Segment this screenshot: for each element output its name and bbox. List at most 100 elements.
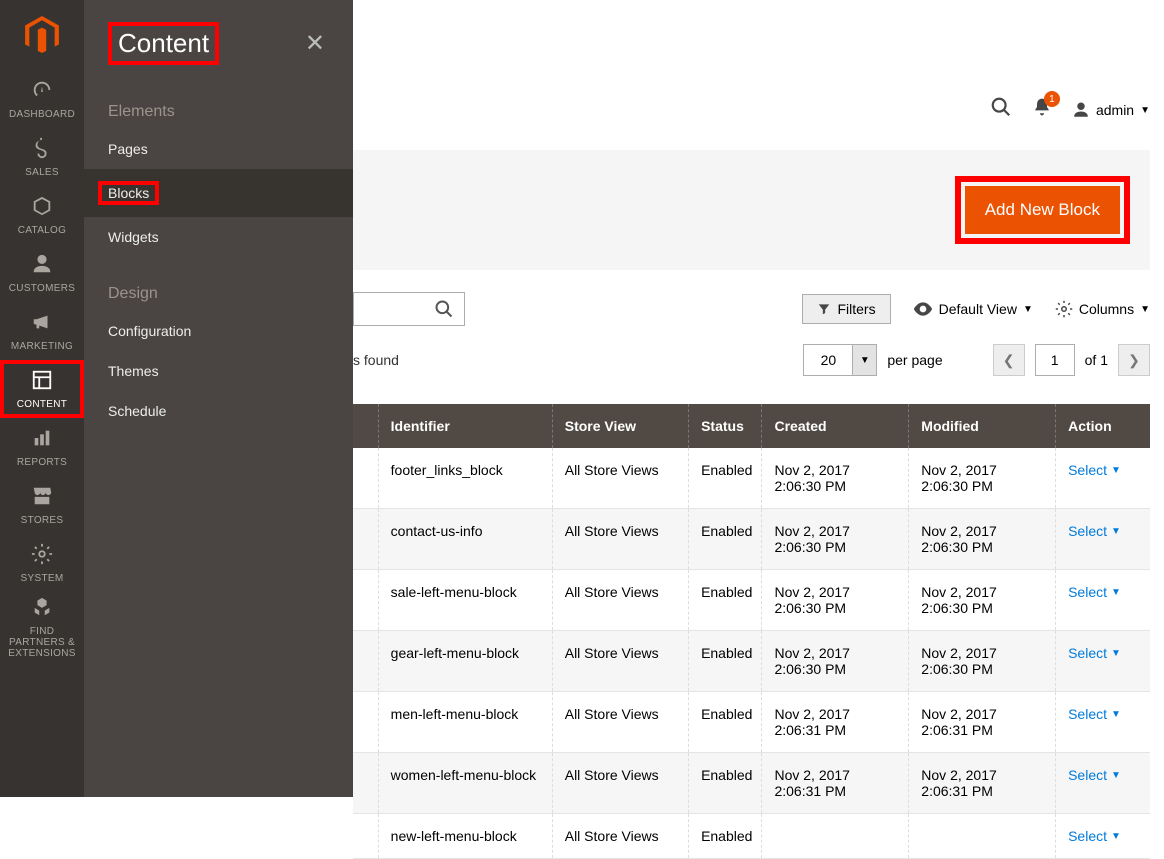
rail-item-label: STORES (19, 515, 66, 526)
rail-item-stores[interactable]: STORES (0, 476, 84, 534)
flyout-section-label: Elements (84, 75, 353, 129)
cell-identifier: contact-us-info (378, 509, 552, 570)
cell-modified: Nov 2, 2017 2:06:30 PM (909, 509, 1056, 570)
cell-created: Nov 2, 2017 2:06:30 PM (762, 448, 909, 509)
cell-status: Enabled (689, 570, 762, 631)
speedometer-icon (31, 79, 53, 105)
rail-item-customers[interactable]: CUSTOMERS (0, 244, 84, 302)
rail-item-marketing[interactable]: MARKETING (0, 302, 84, 360)
cell-created (762, 814, 909, 859)
bars-icon (31, 427, 53, 453)
rail-item-label: CATALOG (16, 225, 68, 236)
notifications-button[interactable]: 1 (1032, 97, 1052, 123)
gear-icon (1055, 300, 1073, 318)
magento-logo[interactable] (0, 0, 84, 70)
cell-action: Select▼ (1056, 448, 1150, 509)
view-switcher[interactable]: Default View ▼ (913, 301, 1033, 317)
user-label: admin (1096, 102, 1134, 118)
flyout-item-themes[interactable]: Themes (84, 351, 353, 391)
col-action[interactable]: Action (1056, 404, 1150, 448)
gear-icon (31, 543, 53, 569)
next-page-button[interactable]: ❯ (1118, 344, 1150, 376)
col-title[interactable] (353, 404, 378, 448)
table-row[interactable]: gear-left-menu-blockAll Store ViewsEnabl… (353, 631, 1150, 692)
rail-item-system[interactable]: SYSTEM (0, 534, 84, 592)
cell-store-view: All Store Views (552, 631, 688, 692)
table-row[interactable]: women-left-menu-blockAll Store ViewsEnab… (353, 753, 1150, 814)
row-action-select[interactable]: Select▼ (1068, 584, 1138, 600)
user-icon (1072, 101, 1090, 119)
col-identifier[interactable]: Identifier (378, 404, 552, 448)
rail-item-label: DASHBOARD (7, 109, 77, 120)
rail-item-label: CUSTOMERS (7, 283, 77, 294)
rail-item-content[interactable]: CONTENT (0, 360, 84, 418)
rail-item-label: FIND PARTNERS & EXTENSIONS (0, 626, 84, 659)
cell-created: Nov 2, 2017 2:06:31 PM (762, 753, 909, 814)
flyout-item-schedule[interactable]: Schedule (84, 391, 353, 431)
row-action-select[interactable]: Select▼ (1068, 706, 1138, 722)
cell-modified: Nov 2, 2017 2:06:30 PM (909, 448, 1056, 509)
admin-rail: DASHBOARD SALES CATALOG CUSTOMERS MARKETING C… (0, 0, 84, 797)
per-page-dropdown[interactable]: ▼ (853, 344, 877, 376)
cell-action: Select▼ (1056, 509, 1150, 570)
flyout-item-blocks[interactable]: Blocks (84, 169, 353, 217)
cell-created: Nov 2, 2017 2:06:30 PM (762, 570, 909, 631)
dollar-icon (31, 137, 53, 163)
rail-item-label: REPORTS (15, 457, 69, 468)
filters-button[interactable]: Filters (802, 294, 890, 324)
box-icon (31, 195, 53, 221)
col-modified[interactable]: Modified (909, 404, 1056, 448)
add-new-block-button[interactable]: Add New Block (965, 186, 1120, 234)
cell-status: Enabled (689, 814, 762, 859)
cell-modified: Nov 2, 2017 2:06:31 PM (909, 692, 1056, 753)
rail-item-label: SALES (23, 167, 61, 178)
table-row[interactable]: contact-us-infoAll Store ViewsEnabledNov… (353, 509, 1150, 570)
flyout-item-widgets[interactable]: Widgets (84, 217, 353, 257)
rail-item-reports[interactable]: REPORTS (0, 418, 84, 476)
page-number-input[interactable]: 1 (1035, 344, 1075, 376)
search-icon[interactable] (990, 96, 1012, 124)
table-row[interactable]: men-left-menu-blockAll Store ViewsEnable… (353, 692, 1150, 753)
cell-status: Enabled (689, 753, 762, 814)
eye-icon (913, 302, 933, 316)
user-menu[interactable]: admin ▼ (1072, 101, 1150, 119)
cubes-icon (31, 596, 53, 622)
main-content: 1 admin ▼ Add New Block Filters (353, 0, 1150, 859)
flyout-section-label: Design (84, 257, 353, 311)
row-action-select[interactable]: Select▼ (1068, 645, 1138, 661)
layout-icon (31, 369, 53, 395)
keyword-search-input[interactable] (353, 292, 465, 326)
row-action-select[interactable]: Select▼ (1068, 767, 1138, 783)
topbar: 1 admin ▼ (353, 0, 1150, 150)
flyout-item-configuration[interactable]: Configuration (84, 311, 353, 351)
cell-identifier: sale-left-menu-block (378, 570, 552, 631)
col-store-view[interactable]: Store View (552, 404, 688, 448)
cell-modified: Nov 2, 2017 2:06:30 PM (909, 570, 1056, 631)
per-page-value[interactable]: 20 (803, 344, 853, 376)
rail-item-catalog[interactable]: CATALOG (0, 186, 84, 244)
col-status[interactable]: Status (689, 404, 762, 448)
cell-status: Enabled (689, 509, 762, 570)
row-action-select[interactable]: Select▼ (1068, 828, 1138, 844)
cell-action: Select▼ (1056, 814, 1150, 859)
storefront-icon (31, 485, 53, 511)
cell-store-view: All Store Views (552, 692, 688, 753)
rail-item-label: MARKETING (9, 341, 75, 352)
close-icon[interactable]: ✕ (305, 29, 325, 58)
table-row[interactable]: sale-left-menu-blockAll Store ViewsEnabl… (353, 570, 1150, 631)
prev-page-button[interactable]: ❮ (993, 344, 1025, 376)
flyout-item-pages[interactable]: Pages (84, 129, 353, 169)
rail-item-partners[interactable]: FIND PARTNERS & EXTENSIONS (0, 592, 84, 662)
rail-item-sales[interactable]: SALES (0, 128, 84, 186)
content-flyout: Content ✕ ElementsPagesBlocksWidgetsDesi… (84, 0, 353, 797)
row-action-select[interactable]: Select▼ (1068, 462, 1138, 478)
col-created[interactable]: Created (762, 404, 909, 448)
row-action-select[interactable]: Select▼ (1068, 523, 1138, 539)
cell-created: Nov 2, 2017 2:06:30 PM (762, 509, 909, 570)
columns-button[interactable]: Columns ▼ (1055, 300, 1150, 318)
table-row[interactable]: footer_links_blockAll Store ViewsEnabled… (353, 448, 1150, 509)
rail-item-dashboard[interactable]: DASHBOARD (0, 70, 84, 128)
page-of-label: of 1 (1085, 352, 1108, 368)
flyout-item-label: Themes (108, 363, 159, 379)
table-row[interactable]: new-left-menu-blockAll Store ViewsEnable… (353, 814, 1150, 859)
